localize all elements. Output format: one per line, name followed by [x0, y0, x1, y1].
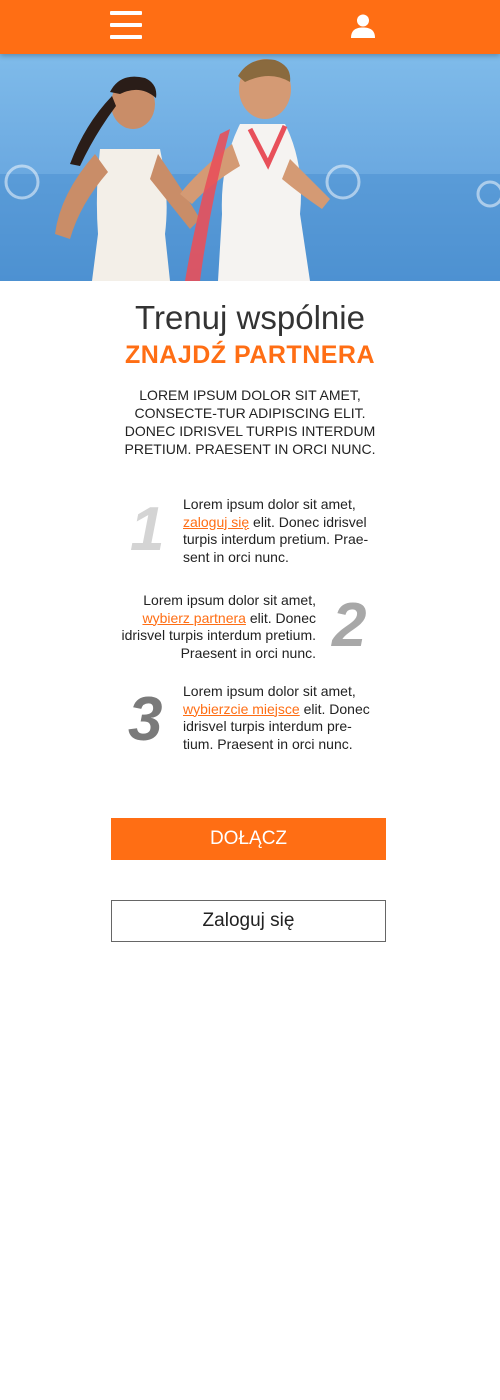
step-text: Lorem ipsum dolor sit amet, wybierz part… [121, 592, 316, 661]
top-bar [0, 0, 500, 54]
intro-text: LOREM IPSUM DOLOR SIT AMET, CONSECTE-TUR… [124, 387, 376, 457]
step-number: 2 [332, 591, 367, 660]
login-link[interactable]: zaloguj się [183, 514, 249, 530]
step-text: Lorem ipsum dolor sit amet, wybierzcie m… [183, 683, 370, 752]
user-icon[interactable] [350, 13, 376, 39]
page-title: Trenuj wspólnie [135, 299, 365, 336]
step-text: Lorem ipsum dolor sit amet, zaloguj się … [183, 496, 369, 565]
hero-image [0, 54, 500, 281]
choose-place-link[interactable]: wybierzcie miejsce [183, 701, 300, 717]
page-subtitle: ZNAJDŹ PARTNERA [124, 341, 376, 369]
join-button[interactable]: DOŁĄCZ [111, 818, 386, 860]
step-number: 1 [130, 495, 165, 564]
login-button[interactable]: Zaloguj się [111, 900, 386, 942]
choose-partner-link[interactable]: wybierz partnera [142, 610, 246, 626]
hamburger-menu-icon[interactable] [110, 11, 142, 41]
step-number: 3 [128, 685, 163, 754]
